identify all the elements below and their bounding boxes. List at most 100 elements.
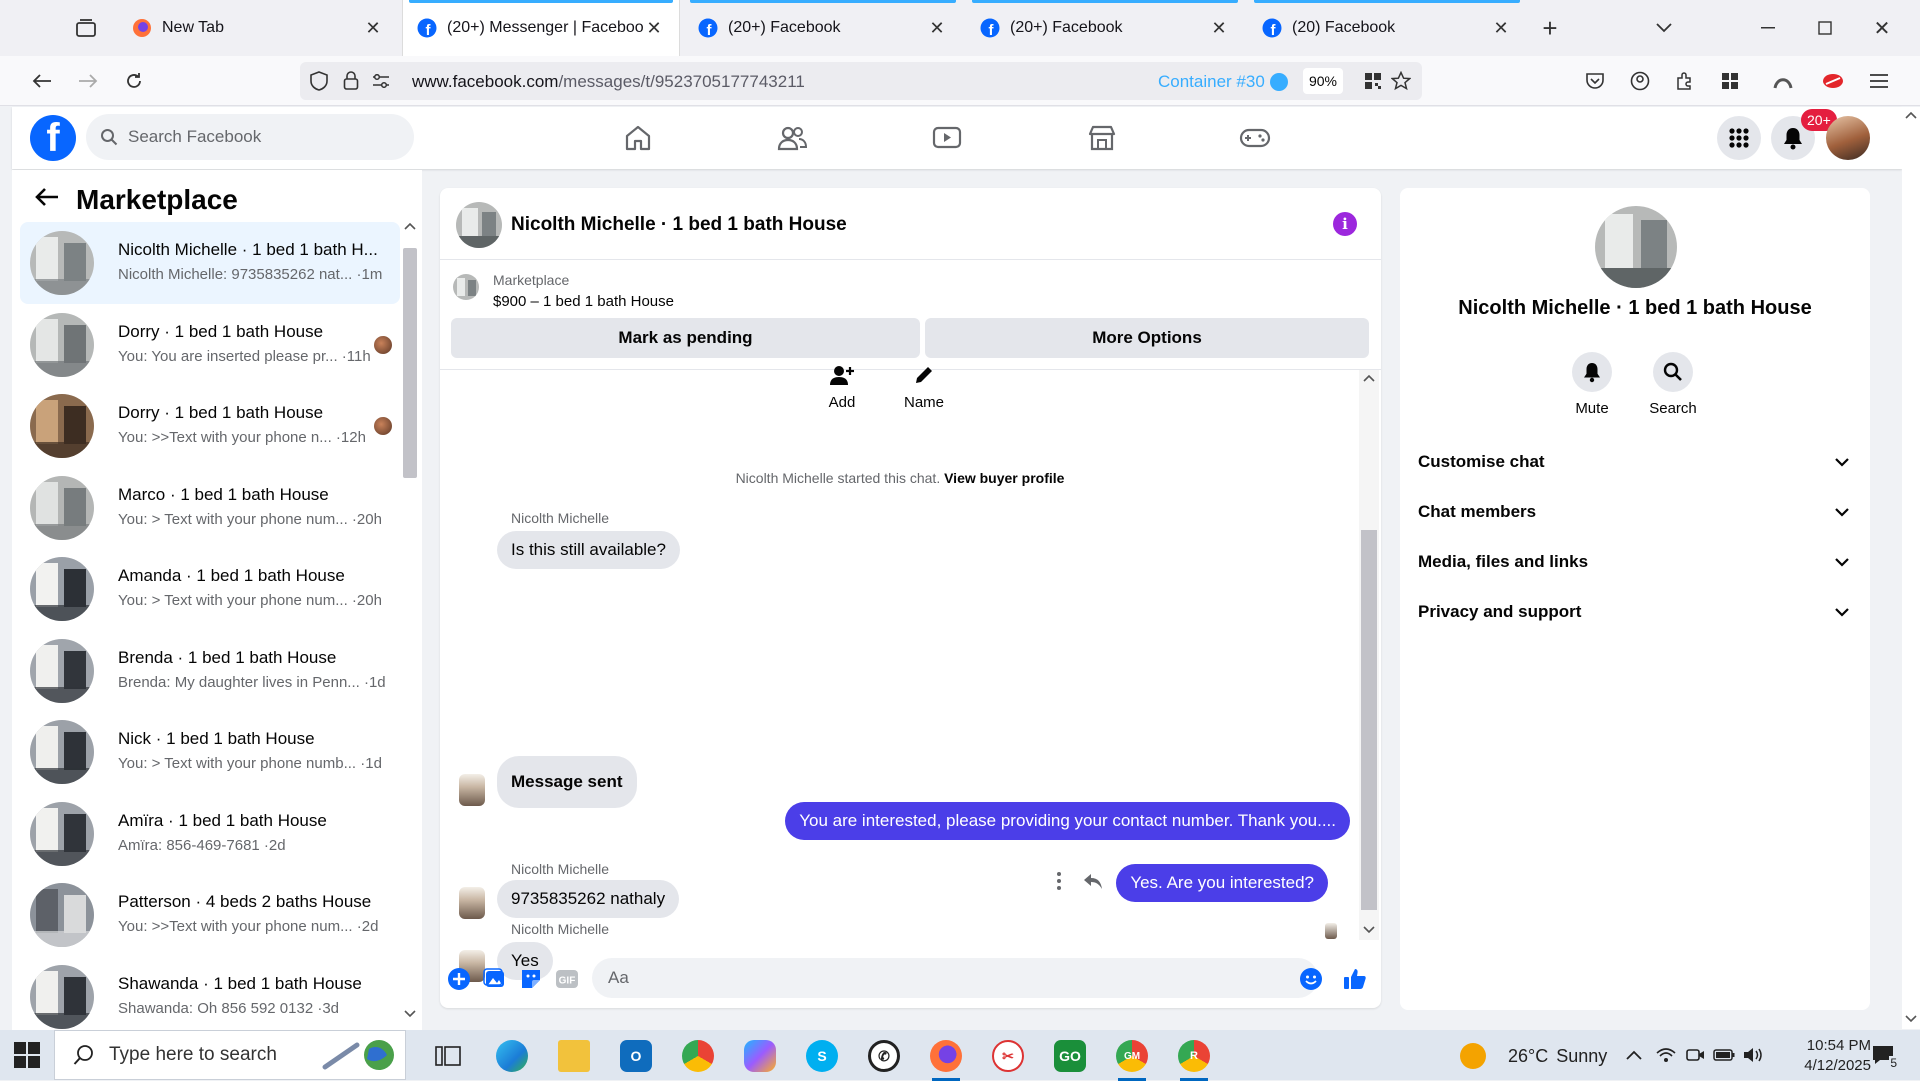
volume-icon[interactable] <box>1742 1044 1764 1066</box>
conversation-item[interactable]: Patterson · 4 beds 2 baths House You: >>T… <box>20 874 400 956</box>
reload-icon[interactable] <box>120 68 148 94</box>
conversation-item[interactable]: Dorry · 1 bed 1 bath House You: You are i… <box>20 304 400 386</box>
chat-info-avatar[interactable] <box>1595 206 1677 288</box>
shield-icon[interactable] <box>308 70 330 92</box>
maximize-icon[interactable] <box>1811 14 1839 42</box>
home-icon[interactable] <box>610 117 666 159</box>
chevron-up-icon[interactable] <box>1623 1044 1645 1066</box>
new-tab-icon[interactable]: + <box>1536 13 1564 43</box>
listing-thumbnail[interactable] <box>453 274 479 300</box>
qr-code-icon[interactable] <box>1362 70 1384 92</box>
more-options-button[interactable]: More Options <box>925 318 1369 358</box>
firefox-taskbar-icon[interactable] <box>922 1037 970 1081</box>
facebook-logo-icon[interactable]: f <box>30 115 76 161</box>
file-explorer-icon[interactable] <box>550 1037 598 1075</box>
copilot-icon[interactable] <box>736 1037 784 1075</box>
customise-chat-section[interactable]: Customise chat <box>1416 437 1854 487</box>
thumbs-up-icon[interactable] <box>1342 966 1368 992</box>
tab-new-tab[interactable]: New Tab ✕ <box>118 0 398 56</box>
sticker-icon[interactable] <box>518 966 544 992</box>
chat-title[interactable]: Nicolth Michelle · 1 bed 1 bath House <box>511 214 847 236</box>
back-icon[interactable] <box>28 68 56 94</box>
lock-icon[interactable] <box>340 70 362 92</box>
menu-hamburger-icon[interactable] <box>1866 68 1892 94</box>
account-icon[interactable] <box>1627 68 1653 94</box>
privacy-support-section[interactable]: Privacy and support <box>1416 587 1854 637</box>
tab-messenger[interactable]: f (20+) Messenger | Facebook ✕ <box>402 0 680 56</box>
name-action[interactable]: Name <box>904 358 944 411</box>
media-files-links-section[interactable]: Media, files and links <box>1416 537 1854 587</box>
permissions-icon[interactable] <box>370 70 392 92</box>
page-scrollbar[interactable] <box>1902 107 1920 1029</box>
chat-avatar[interactable] <box>456 202 502 248</box>
container-label[interactable]: Container #30 <box>1158 72 1265 92</box>
marketplace-icon[interactable] <box>1074 117 1130 159</box>
conversation-scrollbar[interactable] <box>400 220 420 1020</box>
gaming-icon[interactable] <box>1227 117 1283 159</box>
incoming-message[interactable]: Is this still available? <box>497 531 680 569</box>
incoming-message[interactable]: 9735835262 nathaly <box>497 880 680 918</box>
tab-facebook[interactable]: f (20) Facebook ✕ <box>1248 0 1526 56</box>
conversation-item[interactable]: Nick · 1 bed 1 bath House You: > Text wit… <box>20 711 400 793</box>
add-person-action[interactable]: Add <box>822 358 862 411</box>
conversation-item[interactable]: Dorry · 1 bed 1 bath House You: >>Text wi… <box>20 385 400 467</box>
extensions-icon[interactable] <box>1672 68 1698 94</box>
conversation-item[interactable]: Shawanda · 1 bed 1 bath House Shawanda: O… <box>20 956 400 1038</box>
close-tab-icon[interactable]: ✕ <box>1208 17 1230 39</box>
task-view-icon[interactable] <box>424 1037 472 1075</box>
mute-action[interactable]: Mute <box>1562 352 1622 417</box>
reply-icon[interactable] <box>1082 870 1104 892</box>
close-window-icon[interactable]: ✕ <box>1868 14 1896 42</box>
message-input[interactable] <box>592 958 1318 998</box>
system-clock[interactable]: 10:54 PM 4/12/2025 <box>1775 1036 1871 1076</box>
gologin-icon[interactable]: GO <box>1046 1037 1094 1075</box>
notification-center-icon[interactable]: 5 <box>1868 1042 1898 1070</box>
conversation-item[interactable]: Nicolth Michelle · 1 bed 1 bath H... Nico… <box>20 222 400 304</box>
address-bar[interactable]: www.facebook.com/messages/t/952370517774… <box>300 62 1422 100</box>
conversation-item[interactable]: Marco · 1 bed 1 bath House You: > Text wi… <box>20 467 400 549</box>
chrome-profile-gm-icon[interactable]: GM <box>1108 1037 1156 1081</box>
weather-widget[interactable]: 26°C Sunny <box>1460 1043 1607 1069</box>
extension-red-icon[interactable] <box>1820 68 1846 94</box>
outgoing-message[interactable]: Yes. Are you interested? <box>1116 864 1328 902</box>
plus-circle-icon[interactable] <box>446 966 472 992</box>
scrollbar-thumb[interactable] <box>403 248 417 478</box>
conversation-item[interactable]: Brenda · 1 bed 1 bath House Brenda: My da… <box>20 630 400 712</box>
meet-now-icon[interactable] <box>1684 1044 1706 1066</box>
info-icon[interactable]: i <box>1333 212 1357 236</box>
friends-icon[interactable] <box>764 117 820 159</box>
chrome-icon[interactable] <box>674 1037 722 1075</box>
chrome-profile-r-icon[interactable]: R <box>1170 1037 1218 1081</box>
facebook-search-input[interactable]: Search Facebook <box>86 114 414 160</box>
menu-grid-icon[interactable] <box>1717 116 1761 160</box>
close-tab-icon[interactable]: ✕ <box>1490 17 1512 39</box>
close-tab-icon[interactable]: ✕ <box>643 17 665 39</box>
sender-avatar[interactable] <box>459 774 485 806</box>
back-arrow-icon[interactable] <box>34 186 64 216</box>
containers-grid-icon[interactable] <box>1717 68 1743 94</box>
taskbar-search-box[interactable]: Type here to search <box>54 1030 406 1080</box>
zoom-level[interactable]: 90% <box>1303 68 1343 94</box>
view-buyer-profile-link[interactable]: View buyer profile <box>944 470 1064 486</box>
wifi-icon[interactable] <box>1655 1044 1677 1066</box>
thread-scrollbar[interactable] <box>1359 370 1379 940</box>
skype-icon[interactable]: S <box>798 1037 846 1075</box>
emoji-icon[interactable] <box>1298 966 1324 992</box>
more-vertical-icon[interactable] <box>1048 870 1070 892</box>
listing-price-title[interactable]: $900 – 1 bed 1 bath House <box>493 293 674 310</box>
mark-as-pending-button[interactable]: Mark as pending <box>451 318 920 358</box>
chat-members-section[interactable]: Chat members <box>1416 487 1854 537</box>
minimize-icon[interactable] <box>1754 14 1782 42</box>
whatsapp-icon[interactable]: ✆ <box>860 1037 908 1075</box>
pocket-icon[interactable] <box>1582 68 1608 94</box>
close-tab-icon[interactable]: ✕ <box>926 17 948 39</box>
scrollbar-thumb[interactable] <box>1361 530 1377 910</box>
tab-facebook[interactable]: f (20+) Facebook ✕ <box>966 0 1244 56</box>
chevron-down-icon[interactable] <box>1650 14 1678 42</box>
forward-icon[interactable] <box>74 68 102 94</box>
edge-icon[interactable] <box>488 1037 536 1075</box>
conversation-item[interactable]: Amïra · 1 bed 1 bath House Amïra: 856-469… <box>20 793 400 875</box>
battery-icon[interactable] <box>1713 1044 1735 1066</box>
tab-facebook[interactable]: f (20+) Facebook ✕ <box>684 0 962 56</box>
outlook-icon[interactable]: O <box>612 1037 660 1075</box>
